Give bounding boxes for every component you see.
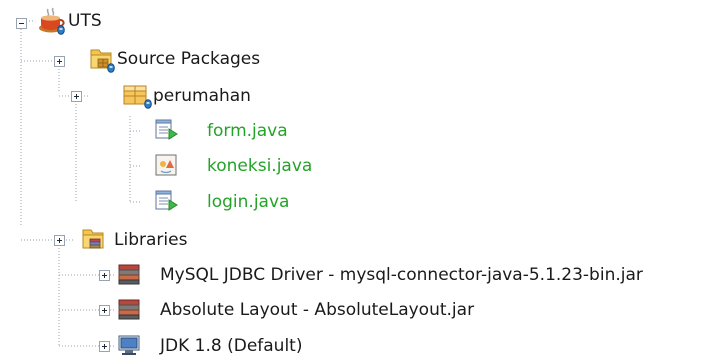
project-label[interactable]: UTS bbox=[68, 10, 102, 32]
tree-node-library-mysql-jdbc[interactable]: MySQL JDBC Driver - mysql-connector-java… bbox=[0, 257, 727, 293]
tree-node-package-perumahan[interactable]: perumahan bbox=[0, 78, 300, 114]
tree-node-libraries[interactable]: Libraries bbox=[0, 222, 260, 258]
collapse-toggle-source-packages[interactable] bbox=[54, 56, 65, 67]
expand-toggle-mysql-jdbc[interactable] bbox=[99, 270, 110, 281]
libraries-label[interactable]: Libraries bbox=[114, 229, 187, 251]
java-class-icon bbox=[153, 152, 181, 178]
tree-node-library-absolute-layout[interactable]: Absolute Layout - AbsoluteLayout.jar bbox=[0, 292, 560, 328]
collapse-toggle-libraries[interactable] bbox=[54, 235, 65, 246]
file-label-koneksi[interactable]: koneksi.java bbox=[207, 155, 312, 177]
library-label-mysql-jdbc[interactable]: MySQL JDBC Driver - mysql-connector-java… bbox=[160, 264, 643, 286]
jar-library-icon bbox=[115, 296, 143, 322]
tree-node-file-login[interactable]: login.java bbox=[0, 184, 320, 220]
file-label-login[interactable]: login.java bbox=[207, 191, 289, 213]
project-coffee-icon bbox=[36, 6, 68, 36]
collapse-toggle-package[interactable] bbox=[71, 91, 82, 102]
library-label-jdk[interactable]: JDK 1.8 (Default) bbox=[160, 335, 302, 357]
jframe-form-icon bbox=[153, 117, 181, 143]
collapse-toggle-project[interactable] bbox=[16, 18, 27, 29]
project-tree: UTS Source Packages perumahan form.java … bbox=[0, 0, 727, 360]
expand-toggle-absolute-layout[interactable] bbox=[99, 305, 110, 316]
expand-toggle-jdk[interactable] bbox=[99, 341, 110, 352]
tree-node-library-jdk[interactable]: JDK 1.8 (Default) bbox=[0, 328, 420, 364]
tree-node-file-form[interactable]: form.java bbox=[0, 113, 320, 149]
file-label-form[interactable]: form.java bbox=[207, 120, 288, 142]
tree-node-project[interactable]: UTS bbox=[0, 3, 120, 39]
jframe-form-icon bbox=[153, 188, 181, 214]
tree-node-source-packages[interactable]: Source Packages bbox=[0, 41, 330, 77]
package-icon bbox=[121, 81, 155, 111]
package-label[interactable]: perumahan bbox=[153, 85, 251, 107]
libraries-folder-icon bbox=[79, 224, 109, 254]
jar-library-icon bbox=[115, 261, 143, 287]
jdk-platform-icon bbox=[115, 332, 143, 358]
source-packages-label[interactable]: Source Packages bbox=[117, 48, 260, 70]
library-label-absolute-layout[interactable]: Absolute Layout - AbsoluteLayout.jar bbox=[160, 299, 474, 321]
tree-node-file-koneksi[interactable]: koneksi.java bbox=[0, 148, 320, 184]
source-packages-folder-icon bbox=[87, 44, 117, 74]
